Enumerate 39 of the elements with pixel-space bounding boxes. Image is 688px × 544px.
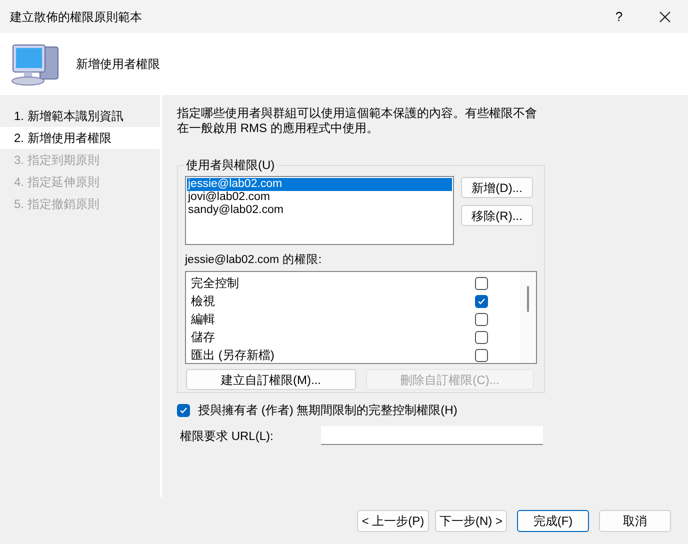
wizard-step: 1. 新增範本識別資訊 (0, 105, 160, 127)
button[interactable]: 完成(F) (517, 510, 589, 532)
user-item[interactable]: jessie@lab02.com (187, 178, 452, 191)
button[interactable]: 建立自訂權限(M)... (186, 369, 356, 390)
button[interactable]: 新增(D)... (461, 177, 533, 198)
right-label: 儲存 (191, 329, 216, 346)
scrollbar-thumb[interactable] (527, 286, 529, 312)
url-input[interactable] (321, 426, 543, 445)
wizard-step: 3. 指定到期原則 (0, 149, 160, 171)
group-legend: 使用者與權限(U) (184, 158, 277, 173)
page-heading: 新增使用者權限 (76, 56, 160, 73)
right-label: 檢視 (191, 293, 216, 310)
description-text: 指定哪些使用者與群組可以使用這個範本保護的內容。有些權限不會在一般啟用 RMS 的應用程式中使用。 (177, 106, 538, 136)
right-label: 編輯 (191, 311, 216, 328)
owner-rights-label: 授與擁有者 (作者) 無期間限制的完整控制權限(H) (198, 402, 458, 419)
help-button[interactable]: ? (596, 0, 642, 33)
wizard-step: 5. 指定撤銷原則 (0, 193, 160, 215)
rights-label: jessie@lab02.com 的權限: (185, 253, 323, 267)
checkbox[interactable] (177, 404, 190, 416)
checkmark-icon (477, 296, 486, 306)
right-label: 完全控制 (191, 275, 240, 292)
url-label: 權限要求 URL(L): (180, 428, 274, 444)
checkbox[interactable] (475, 276, 488, 290)
checkbox[interactable] (475, 294, 488, 308)
user-item[interactable]: jovi@lab02.com (187, 191, 452, 204)
wizard-step: 2. 新增使用者權限 (0, 127, 160, 149)
button[interactable]: 下一步(N) > (435, 510, 507, 532)
right-label: 匯出 (另存新檔) (191, 347, 276, 364)
window-title: 建立散佈的權限原則範本 (10, 8, 143, 26)
user-item[interactable]: sandy@lab02.com (187, 204, 452, 217)
checkbox[interactable] (475, 330, 488, 344)
checkbox[interactable] (475, 312, 488, 326)
button[interactable]: 移除(R)... (461, 205, 533, 226)
checkmark-icon (179, 406, 188, 414)
checkbox[interactable] (475, 348, 488, 362)
wizard-step: 4. 指定延伸原則 (0, 171, 160, 193)
close-icon (659, 10, 671, 22)
button[interactable]: < 上一步(P) (357, 510, 429, 532)
button[interactable]: 取消 (599, 510, 671, 532)
